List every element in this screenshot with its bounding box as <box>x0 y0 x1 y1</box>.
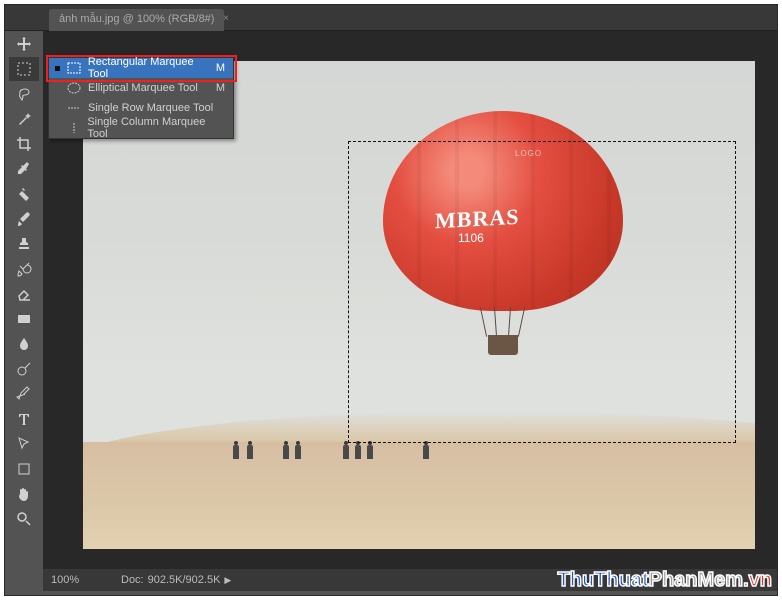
flyout-item-elliptical-marquee[interactable]: Elliptical Marquee Tool M <box>49 78 233 98</box>
flyout-item-single-row-marquee[interactable]: Single Row Marquee Tool <box>49 98 233 118</box>
elliptical-marquee-icon <box>66 82 82 94</box>
marquee-tool[interactable] <box>9 57 39 81</box>
info-arrow-icon[interactable]: ▶ <box>224 575 231 586</box>
lasso-tool[interactable] <box>9 82 39 106</box>
eyedropper-tool[interactable] <box>9 157 39 181</box>
marquee-selection[interactable] <box>348 141 736 443</box>
stamp-tool[interactable] <box>9 232 39 256</box>
flyout-item-label: Rectangular Marquee Tool <box>88 56 216 80</box>
history-brush-tool[interactable] <box>9 257 39 281</box>
zoom-level-field[interactable]: 100% <box>51 574 121 586</box>
move-tool[interactable] <box>9 32 39 56</box>
wand-tool[interactable] <box>9 107 39 131</box>
image-sand <box>83 442 755 549</box>
document-tab-bar: ảnh mẫu.jpg @ 100% (RGB/8#) × <box>5 5 777 31</box>
tools-panel <box>5 31 43 571</box>
single-column-marquee-icon <box>66 122 82 134</box>
blur-tool[interactable] <box>9 332 39 356</box>
workspace-label <box>7 5 43 31</box>
doc-size: 902.5K/902.5K <box>148 574 221 586</box>
flyout-item-label: Single Column Marquee Tool <box>87 116 225 140</box>
type-tool[interactable] <box>9 407 39 431</box>
flyout-item-rectangular-marquee[interactable]: Rectangular Marquee Tool M <box>49 58 233 78</box>
app-frame: ảnh mẫu.jpg @ 100% (RGB/8#) × <box>4 4 778 596</box>
dodge-tool[interactable] <box>9 357 39 381</box>
rectangular-marquee-icon <box>66 62 82 74</box>
flyout-item-label: Single Row Marquee Tool <box>88 102 213 114</box>
shape-tool[interactable] <box>9 457 39 481</box>
flyout-item-label: Elliptical Marquee Tool <box>88 82 198 94</box>
flyout-item-shortcut: M <box>216 82 225 94</box>
flyout-item-single-column-marquee[interactable]: Single Column Marquee Tool <box>49 118 233 138</box>
eraser-tool[interactable] <box>9 282 39 306</box>
zoom-tool[interactable] <box>9 507 39 531</box>
path-select-tool[interactable] <box>9 432 39 456</box>
marquee-tool-flyout: Rectangular Marquee Tool M Elliptical Ma… <box>48 57 234 139</box>
pen-tool[interactable] <box>9 382 39 406</box>
hand-tool[interactable] <box>9 482 39 506</box>
crop-tool[interactable] <box>9 132 39 156</box>
flyout-item-shortcut: M <box>216 62 225 74</box>
doc-label: Doc: <box>121 574 144 586</box>
selected-indicator <box>55 66 60 71</box>
gradient-tool[interactable] <box>9 307 39 331</box>
watermark: ThuThuatPhanMem.vn <box>558 569 772 592</box>
close-icon[interactable]: × <box>223 13 229 24</box>
document-tab[interactable]: ảnh mẫu.jpg @ 100% (RGB/8#) <box>49 9 224 31</box>
brush-tool[interactable] <box>9 207 39 231</box>
heal-tool[interactable] <box>9 182 39 206</box>
single-row-marquee-icon <box>66 102 82 114</box>
